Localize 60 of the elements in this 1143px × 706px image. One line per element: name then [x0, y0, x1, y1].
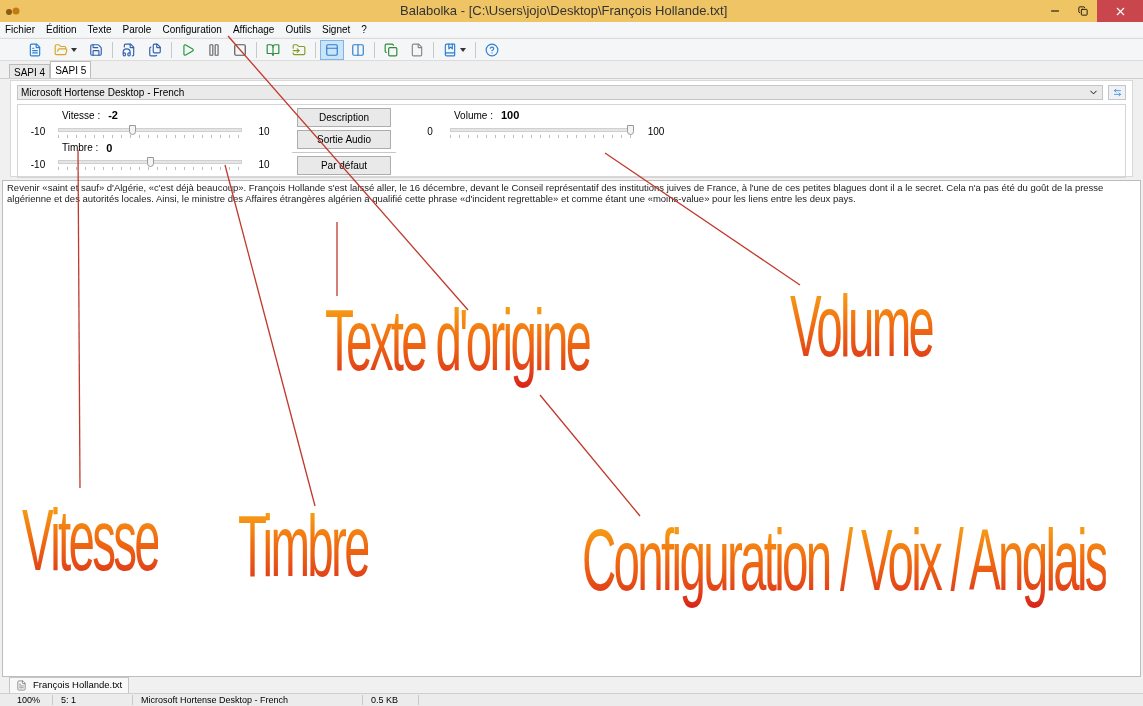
- folder-icon: [54, 42, 68, 57]
- document-tab[interactable]: François Hollande.txt: [9, 677, 130, 693]
- slider-max: 10: [257, 125, 271, 139]
- slider-thumb[interactable]: [627, 124, 634, 135]
- slider-label: Vitesse :: [62, 108, 101, 123]
- files-icon: [148, 42, 162, 57]
- text-editor[interactable]: [2, 180, 1141, 677]
- pause-icon: [207, 42, 221, 57]
- menu-item[interactable]: Parole: [122, 22, 152, 37]
- menu-item[interactable]: Configuration: [162, 22, 222, 37]
- slider-min: 0: [426, 125, 434, 139]
- save-icon: [89, 42, 103, 57]
- menu-item[interactable]: Fichier: [5, 22, 35, 37]
- slider-min: -10: [29, 157, 47, 172]
- slider[interactable]: [58, 123, 242, 140]
- stop-icon: [233, 42, 247, 57]
- audio-file-icon: [122, 42, 136, 57]
- document-icon: [16, 680, 27, 691]
- slider[interactable]: [450, 123, 634, 140]
- folder-icon: [292, 42, 306, 57]
- status-field: 100%: [9, 695, 53, 705]
- menu-item[interactable]: Texte: [87, 22, 112, 37]
- window-title: Balabolka - [C:\Users\jojo\Desktop\François Hollande.txt]: [400, 2, 728, 21]
- file-icon: [410, 42, 424, 57]
- menu-item[interactable]: Affichage: [232, 22, 275, 37]
- copy-icon: [384, 42, 398, 57]
- document-icon: [28, 42, 42, 57]
- status-field: 5: 1: [53, 695, 133, 705]
- status-field: 0.5 KB: [363, 695, 419, 705]
- slider-label: Timbre :: [62, 141, 99, 156]
- slider-thumb[interactable]: [128, 124, 136, 135]
- book-icon: [266, 42, 280, 57]
- help-icon: [485, 42, 499, 57]
- panel-button[interactable]: Description: [297, 108, 391, 127]
- bookmark-icon: [443, 42, 457, 57]
- app-icon: [5, 6, 21, 16]
- engine-tab[interactable]: SAPI 4: [9, 64, 51, 78]
- swap-arrows-icon: [1112, 88, 1122, 97]
- voice-dropdown[interactable]: Microsoft Hortense Desktop - French: [17, 85, 1103, 100]
- window-icon: [325, 42, 339, 57]
- menu-item[interactable]: Édition: [46, 22, 77, 37]
- slider-max: 100: [646, 125, 666, 139]
- engine-tab[interactable]: SAPI 5: [50, 61, 92, 78]
- slider-min: -10: [29, 125, 47, 139]
- slider-value: 0: [106, 140, 113, 156]
- slider-value: -2: [108, 108, 118, 123]
- restore-icon: [1078, 6, 1088, 16]
- slider-value: 100: [500, 108, 520, 123]
- status-field: Microsoft Hortense Desktop - French: [133, 695, 363, 705]
- menu-item[interactable]: Signet: [321, 22, 351, 37]
- menu-item[interactable]: Outils: [285, 22, 311, 37]
- slider[interactable]: [58, 156, 242, 172]
- slider-max: 10: [257, 157, 271, 172]
- play-icon: [181, 42, 195, 57]
- slider-thumb[interactable]: [146, 157, 154, 167]
- slider-label: Volume :: [454, 108, 493, 123]
- toolbar-button[interactable]: [320, 39, 344, 60]
- swap-button[interactable]: [1108, 85, 1126, 100]
- menu-item[interactable]: ?: [361, 22, 367, 37]
- columns-icon: [351, 42, 365, 57]
